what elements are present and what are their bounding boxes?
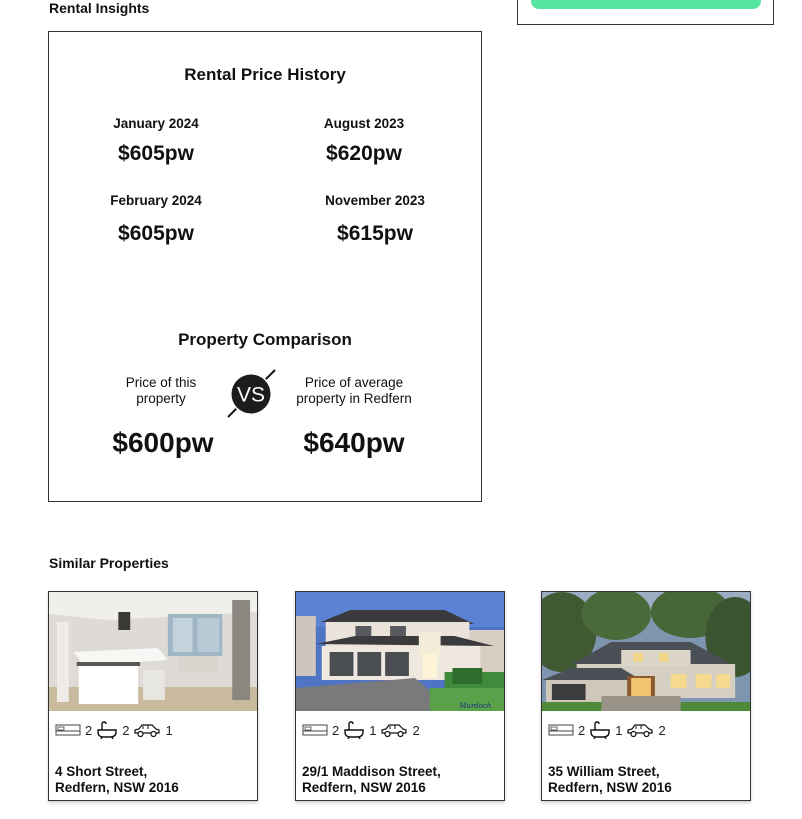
price-history-title: Rental Price History [184, 65, 346, 84]
property-address: 29/1 Maddison Street, Redfern, NSW 2016 [302, 764, 441, 796]
address-street: 29/1 Maddison Street, [302, 764, 441, 779]
photo-watermark: Murdoch [458, 702, 491, 710]
car-icon [380, 722, 408, 738]
cars-count: 1 [165, 722, 173, 738]
this-property-price: $600pw [112, 427, 214, 458]
cars-count: 2 [412, 722, 420, 738]
history-entry: January 2024 $605pw [71, 116, 241, 166]
bath-icon [589, 721, 611, 739]
rental-insights-panel: Rental Price History January 2024 $605pw… [48, 31, 482, 502]
address-street: 4 Short Street, [55, 764, 148, 779]
property-amenities: 2 2 1 [55, 720, 177, 740]
comparison-title: Property Comparison [178, 330, 352, 349]
house-exterior-dusk-photo [542, 592, 750, 711]
rental-insights-heading: Rental Insights [49, 0, 150, 16]
property-card[interactable]: 2 1 2 35 William Street, Redfern, NSW 20… [541, 591, 751, 801]
history-period: November 2023 [325, 193, 425, 208]
history-entry: August 2023 $620pw [279, 116, 449, 166]
history-period: February 2024 [110, 193, 202, 208]
property-card[interactable]: Murdoch 2 1 2 29/1 Maddison Street, Redf… [295, 591, 505, 801]
address-suburb: Redfern, NSW 2016 [302, 780, 426, 795]
car-icon [626, 722, 654, 738]
history-period: January 2024 [113, 116, 199, 131]
bed-icon [548, 722, 574, 738]
history-entry: November 2023 $615pw [290, 193, 460, 246]
beds-count: 2 [332, 722, 340, 738]
beds-count: 2 [578, 722, 586, 738]
property-address: 35 William Street, Redfern, NSW 2016 [548, 764, 672, 796]
car-icon [133, 722, 161, 738]
vs-text: VS [237, 384, 265, 407]
cars-count: 2 [658, 722, 666, 738]
similar-properties-heading: Similar Properties [49, 555, 169, 571]
apartment-interior-photo [49, 592, 257, 711]
side-panel-card [517, 0, 774, 25]
average-property-caption: Price of average property in Redfern [296, 375, 412, 406]
address-suburb: Redfern, NSW 2016 [548, 780, 672, 795]
address-suburb: Redfern, NSW 2016 [55, 780, 179, 795]
baths-count: 1 [615, 722, 623, 738]
property-card[interactable]: 2 2 1 4 Short Street, Redfern, NSW 2016 [48, 591, 258, 801]
property-amenities: 2 1 2 [548, 720, 670, 740]
history-price: $605pw [118, 142, 194, 165]
beds-count: 2 [85, 722, 93, 738]
bath-icon [96, 721, 118, 739]
this-property-caption: Price of this property [125, 375, 197, 406]
contact-button[interactable] [531, 0, 761, 9]
bed-icon [55, 722, 81, 738]
history-price: $605pw [118, 222, 194, 245]
property-amenities: 2 1 2 [302, 720, 424, 740]
average-property-price: $640pw [303, 427, 405, 458]
house-exterior-photo: Murdoch [296, 592, 504, 711]
history-price: $620pw [326, 142, 402, 165]
baths-count: 1 [369, 722, 377, 738]
vs-badge: VS [225, 366, 281, 422]
property-address: 4 Short Street, Redfern, NSW 2016 [55, 764, 179, 796]
history-period: August 2023 [323, 116, 405, 131]
address-street: 35 William Street, [548, 764, 660, 779]
bath-icon [343, 721, 365, 739]
baths-count: 2 [122, 722, 130, 738]
history-entry: February 2024 $605pw [71, 193, 241, 246]
bed-icon [302, 722, 328, 738]
history-price: $615pw [337, 222, 413, 245]
